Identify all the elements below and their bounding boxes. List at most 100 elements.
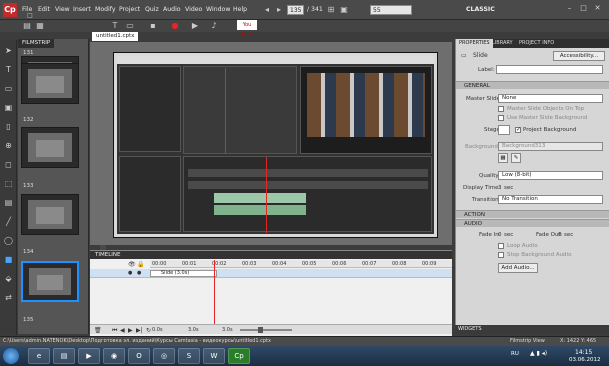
audio-section-header[interactable]: AUDIO [456, 219, 609, 227]
menu-window[interactable]: Window [206, 6, 230, 13]
tab-library[interactable]: LIBRARY [489, 39, 516, 48]
zoom-select[interactable]: 55 [370, 5, 412, 15]
clock-time[interactable]: 14:15 [575, 349, 592, 356]
background-field[interactable]: Background313 [498, 142, 603, 151]
menu-insert[interactable]: Insert [73, 6, 91, 13]
slide-thumbnail-selected[interactable] [21, 261, 79, 302]
play-icon[interactable]: ▶ [128, 327, 133, 334]
captivate-icon[interactable]: Cp [228, 348, 250, 364]
add-audio-button[interactable]: Add Audio... [498, 263, 538, 273]
rewind-icon[interactable]: ⏮ [112, 327, 117, 335]
opera-icon[interactable]: O [128, 348, 150, 364]
action-section-header[interactable]: ACTION [456, 210, 609, 218]
text-entry-icon[interactable]: ▤ [3, 197, 14, 208]
fill-color-icon[interactable]: ■ [3, 254, 14, 265]
word-icon[interactable]: W [203, 348, 225, 364]
preview-icon[interactable]: ▣ [339, 5, 349, 15]
slide-thumbnail[interactable] [21, 63, 79, 104]
close-icon[interactable]: ✕ [593, 4, 602, 13]
swap-colors-icon[interactable]: ⇄ [3, 292, 14, 303]
widgets-tab[interactable]: WIDGETS [455, 325, 609, 334]
fit-icon[interactable]: ⊞ [326, 5, 336, 15]
stop-bg-audio-checkbox[interactable] [498, 252, 504, 258]
zoom-area-icon[interactable]: ⊕ [3, 140, 14, 151]
menu-help[interactable]: Help [233, 6, 247, 13]
skype-icon[interactable]: S [178, 348, 200, 364]
back-arrow-icon[interactable]: ◂ [262, 5, 272, 15]
open-icon[interactable]: ▤ [22, 21, 32, 31]
save-icon[interactable]: ▦ [35, 21, 45, 31]
next-icon[interactable]: ▶| [136, 327, 143, 334]
youtube-icon[interactable]: You Tube [237, 20, 257, 38]
button-tool-icon[interactable]: ◻ [3, 159, 14, 170]
line-tool-icon[interactable]: ╱ [3, 216, 14, 227]
master-slide-select[interactable]: None [498, 94, 603, 103]
text-caption-icon[interactable]: T [110, 21, 120, 31]
lock-icon[interactable]: 🔒 [137, 261, 144, 268]
audio-icon[interactable]: ♪ [209, 21, 219, 31]
timeline-playhead[interactable] [214, 260, 215, 324]
text-tool-icon[interactable]: T [3, 64, 14, 75]
tab-properties[interactable]: PROPERTIES [456, 39, 493, 48]
filmstrip-tab[interactable]: FILMSTRIP [18, 39, 55, 48]
timeline-row[interactable]: ● ● Slide (3.0s) [90, 269, 452, 278]
shape-icon[interactable]: ▭ [125, 21, 135, 31]
workspace-switcher[interactable]: CLASSIC [466, 6, 495, 13]
paint-bucket-icon[interactable]: ⬙ [3, 273, 14, 284]
stage-color-swatch[interactable] [498, 125, 510, 135]
ie-icon[interactable]: e [28, 348, 50, 364]
highlight-tool-icon[interactable]: ▯ [3, 121, 14, 132]
row-lock-dot[interactable]: ● [137, 270, 141, 276]
loop-icon[interactable]: ↻ [146, 327, 151, 334]
maximize-icon[interactable]: □ [579, 4, 588, 13]
tab-project-info[interactable]: PROJECT INFO [516, 39, 557, 48]
start-button[interactable] [3, 348, 19, 364]
record-icon[interactable]: ● [170, 21, 180, 31]
select-tool-icon[interactable]: ➤ [3, 45, 14, 56]
timeline-tab[interactable]: TIMELINE [95, 252, 120, 258]
image-icon[interactable]: ▪ [148, 21, 158, 31]
master-objects-checkbox[interactable] [498, 106, 504, 112]
document-tab[interactable]: untitled1.cptx [92, 32, 139, 41]
row-visible-dot[interactable]: ● [128, 270, 132, 276]
accessibility-button[interactable]: Accessibility... [553, 51, 605, 61]
firefox-icon[interactable]: ◉ [103, 348, 125, 364]
menu-video[interactable]: Video [185, 6, 202, 13]
delete-layer-icon[interactable]: 🗑 [94, 327, 102, 334]
project-bg-checkbox[interactable]: ✓ [515, 126, 521, 133]
explorer-icon[interactable]: ▤ [53, 348, 75, 364]
chrome-icon[interactable]: ◎ [153, 348, 175, 364]
slide-timeline-bar[interactable]: Slide (3.0s) [150, 270, 217, 277]
edit-image-icon[interactable]: ✎ [511, 153, 521, 163]
timeline-ruler[interactable]: 00:00 00:01 00:02 00:03 00:04 00:05 00:0… [150, 260, 452, 268]
general-section-header[interactable]: GENERAL [456, 81, 609, 89]
rollover-tool-icon[interactable]: ▣ [3, 102, 14, 113]
forward-arrow-icon[interactable]: ▸ [274, 5, 284, 15]
menu-audio[interactable]: Audio [163, 6, 181, 13]
language-indicator[interactable]: RU [511, 351, 519, 357]
fade-out-value[interactable]: 0 [558, 232, 562, 238]
slide-canvas[interactable] [113, 52, 438, 238]
zoom-slider-handle[interactable] [258, 327, 263, 333]
label-input[interactable] [496, 65, 603, 74]
menu-edit[interactable]: Edit [38, 6, 50, 13]
previous-icon[interactable]: ◀ [120, 327, 125, 334]
slide-thumbnail[interactable] [21, 194, 79, 235]
shape-tool-icon[interactable]: ◯ [3, 235, 14, 246]
use-master-bg-checkbox[interactable] [498, 115, 504, 121]
video-icon[interactable]: ▶ [190, 21, 200, 31]
zoom-slider[interactable] [240, 327, 292, 333]
loop-audio-checkbox[interactable] [498, 243, 504, 249]
caption-tool-icon[interactable]: ▭ [3, 83, 14, 94]
menu-view[interactable]: View [55, 6, 70, 13]
menu-quiz[interactable]: Quiz [145, 6, 159, 13]
menu-project[interactable]: Project [119, 6, 140, 13]
minimize-icon[interactable]: – [565, 4, 574, 13]
page-number-field[interactable]: 135 [287, 5, 304, 15]
tray-icons[interactable]: ▲ ▮ ◂) [530, 350, 547, 357]
clock-date[interactable]: 03.06.2012 [569, 357, 601, 363]
quality-select[interactable]: Low (8-bit) [498, 171, 603, 180]
media-player-icon[interactable]: ▶ [78, 348, 100, 364]
eye-icon[interactable]: 👁 [128, 261, 136, 268]
slide-thumbnail[interactable] [21, 127, 79, 168]
